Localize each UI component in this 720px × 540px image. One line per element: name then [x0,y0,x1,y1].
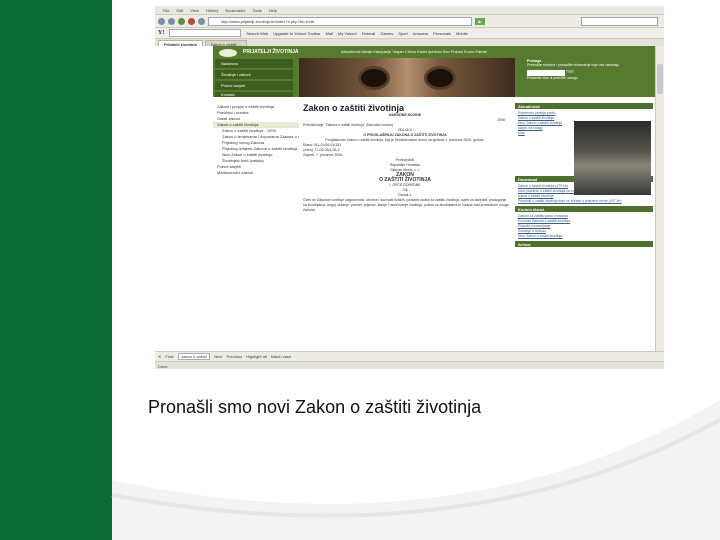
useful-link[interactable]: Životinje u cirkusu [518,229,546,233]
monkey-eye [361,69,387,87]
top-navigation[interactable]: Aktualnosti Akcije Kampanje Vegan Cirkus… [341,49,487,54]
search-button[interactable]: Traži [566,69,574,73]
yahoo-item[interactable]: Mobile [456,31,468,36]
status-bar: Done [155,361,664,369]
menu-button-naslovna[interactable]: Naslovna [215,59,293,68]
yahoo-item[interactable]: My Yahoo! [338,31,357,36]
left-navigation: Zakoni i propisi o zaštiti životinja Pra… [213,104,299,176]
yahoo-item[interactable]: Personals [433,31,451,36]
monkey-photo [299,58,515,97]
site-search: Pretraga Pretražite stranice i pronađite… [527,59,647,95]
yahoo-item[interactable]: Search Web [246,31,268,36]
news-more-link[interactable]: Više [518,131,525,135]
menu-button-zivotinje[interactable]: Životinje i zakoni [215,70,293,79]
menu-tools[interactable]: Tools [252,8,261,13]
monkey-eye [427,69,453,87]
slide-caption: Pronašli smo novi Zakon o zaštiti životi… [148,397,482,417]
forward-icon[interactable] [168,17,175,25]
download-link[interactable]: Izjava o zaštiti životinja [518,194,554,198]
scrollbar-thumb[interactable] [657,64,663,94]
news-header: Aktualnosti [515,103,653,109]
home-icon[interactable] [198,17,205,25]
search-engine-box[interactable] [581,16,658,26]
find-bar: ✕ Find: zakon o zaštiti Next Previous Hi… [155,351,664,361]
news-box: Pokrenuta peticija protiv Zakon o zaštit… [515,109,573,138]
menu-file[interactable]: File [163,8,169,13]
news-link[interactable]: Pokrenuta peticija protiv [518,111,555,115]
menu-history[interactable]: History [206,8,218,13]
useful-link[interactable]: Novi Zakon o zaštiti životinja [518,234,562,238]
main-content: Zakon o zaštiti životinja NARODNE NOVINE… [301,103,509,351]
menu-bookmarks[interactable]: Bookmarks [225,8,245,13]
useful-link[interactable]: Zakoni za zaštitu pasa i mačaka [518,214,568,218]
reload-icon[interactable] [178,17,185,25]
navigation-toolbar: http://www.prijatelji-zivotinja.hr/index… [155,15,664,28]
download-link[interactable]: Pravilnik o zaštiti životinja koje se ko… [518,199,622,203]
left-nav-item[interactable]: Međunarodni zakoni [213,170,299,176]
find-label: Find: [165,354,175,359]
find-next-button[interactable]: Next [214,354,222,359]
menu-button-savjeti[interactable]: Pravni savjeti [215,81,293,90]
archive-header: Arhiva [515,241,653,247]
find-previous-button[interactable]: Previous [227,354,243,359]
yahoo-toolbar: Y! Search Web Upgrade to Yahoo! Toolbar … [155,28,664,39]
page-title: Zakon o zaštiti životinja [303,103,405,113]
status-text: Done [158,363,168,369]
find-value: zakon o zaštiti [181,354,207,359]
slide-accent-bar [0,0,112,540]
match-case-checkbox[interactable]: Match case [271,354,291,359]
menu-bar: File Edit View History Bookmarks Tools H… [155,6,664,15]
yahoo-item[interactable]: Upgrade to Yahoo! Toolbar [273,31,320,36]
cow-photo [574,121,651,195]
yahoo-search-input[interactable] [169,29,242,37]
vertical-scrollbar[interactable] [655,46,664,351]
yahoo-item[interactable]: Hotmail [362,31,376,36]
find-input[interactable]: zakon o zaštiti [178,353,211,360]
yahoo-logo[interactable]: Y! [158,30,164,36]
address-bar[interactable]: http://www.prijatelji-zivotinja.hr/index… [208,16,472,26]
menu-help[interactable]: Help [269,8,277,13]
menu-button-kontakt[interactable]: Kontakt [215,92,293,97]
site-header: PRIJATELJI ŽIVOTINJA Aktualnosti Akcije … [213,46,655,97]
close-icon[interactable]: ✕ [158,354,161,359]
law-document: NARODNE NOVINE 2006 Pretraživanje "Zakon… [301,113,509,213]
site-brand: PRIJATELJI ŽIVOTINJA [243,49,299,55]
go-icon[interactable]: ▶ [475,17,485,25]
useful-link[interactable]: Prijavite zlostavljanje [518,224,551,228]
useful-link[interactable]: Povrede Zakona o zaštiti životinja [518,219,570,223]
website: PRIJATELJI ŽIVOTINJA Aktualnosti Akcije … [213,46,655,351]
right-sidebar: Aktualnosti Pokrenuta peticija protiv Za… [515,103,653,247]
menu-edit[interactable]: Edit [176,8,183,13]
browser-screenshot: File Edit View History Bookmarks Tools H… [155,6,664,369]
page-viewport: PRIJATELJI ŽIVOTINJA Aktualnosti Akcije … [155,46,664,351]
search-text: Pretražite stranice i pronađite informac… [527,63,620,67]
yahoo-item[interactable]: Answers [413,31,428,36]
menu-view[interactable]: View [190,8,199,13]
news-link[interactable]: Zakon o zaštiti životinja [518,116,554,120]
yahoo-item[interactable]: Sport [398,31,408,36]
highlight-all-button[interactable]: Highlight all [246,354,267,359]
back-icon[interactable] [158,17,165,25]
site-logo[interactable] [219,49,237,57]
yahoo-item[interactable]: Games [380,31,393,36]
news-link[interactable]: Novi Zakon o zaštiti životinja stupio na… [518,121,562,130]
stop-icon[interactable] [188,17,195,25]
useful-box: Zakoni za zaštitu pasa i mačaka Povrede … [515,212,653,241]
download-link[interactable]: Zakon o zaštiti životinja (475 kb) [518,184,568,188]
search-option[interactable]: Postanite član ili podržite udrugu [527,76,647,80]
yahoo-item[interactable]: Mail [326,31,333,36]
url-text: http://www.prijatelji-zivotinja.hr/index… [221,18,315,24]
doc-line: Ovim se Zakonom uređuje odgovornost, obv… [303,198,509,212]
